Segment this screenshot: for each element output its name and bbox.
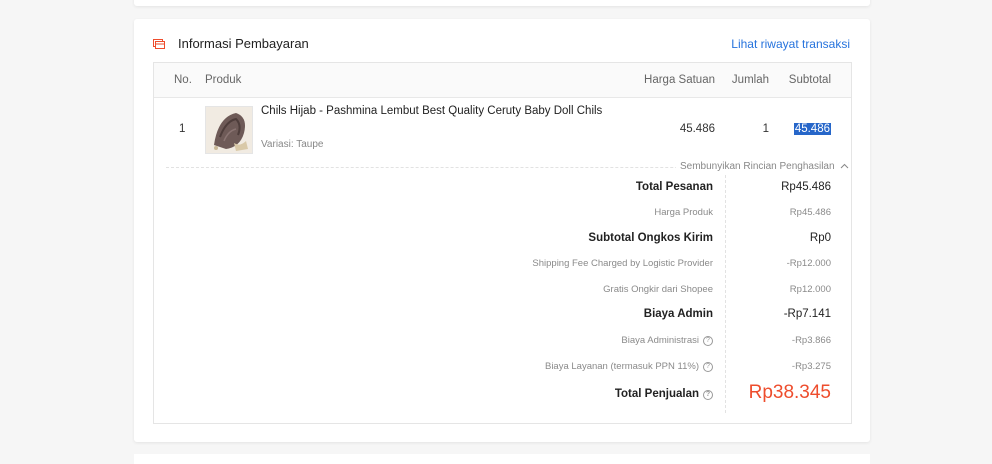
total-penjualan-value: Rp38.345: [748, 382, 831, 403]
help-icon[interactable]: ?: [703, 362, 713, 372]
product-name[interactable]: Chils Hijab - Pashmina Lembut Best Quali…: [261, 105, 602, 117]
help-icon[interactable]: ?: [703, 390, 713, 400]
col-product: Produk: [205, 74, 242, 86]
biaya-admin-label: Biaya Admin: [643, 308, 713, 320]
biaya-layanan-label: Biaya Layanan (termasuk PPN 11%): [544, 361, 699, 372]
hijab-image-icon: [206, 107, 252, 153]
col-quantity: Jumlah: [731, 74, 769, 86]
toggle-label: Sembunyikan Rincian Penghasilan: [680, 161, 835, 172]
biaya-layanan-value: -Rp3.275: [791, 361, 831, 372]
transaction-history-link[interactable]: Lihat riwayat transaksi: [731, 37, 850, 51]
biaya-admin-value: -Rp7.141: [783, 308, 831, 320]
gratis-ongkir-label: Gratis Ongkir dari Shopee: [603, 284, 713, 295]
product-variant: Variasi: Taupe: [261, 139, 324, 150]
shipping-fee-label: Shipping Fee Charged by Logistic Provide…: [532, 258, 713, 269]
biaya-administrasi-row: Biaya Administrasi?: [621, 335, 713, 346]
help-icon[interactable]: ?: [703, 336, 713, 346]
breakdown-divider: [725, 175, 726, 413]
total-pesanan-label: Total Pesanan: [635, 181, 713, 193]
biaya-layanan-row: Biaya Layanan (termasuk PPN 11%)?: [545, 361, 713, 372]
col-no: No.: [174, 74, 192, 86]
total-penjualan-row: Total Penjualan?: [615, 388, 713, 400]
previous-card: [134, 0, 870, 6]
biaya-administrasi-label: Biaya Administrasi: [621, 335, 699, 346]
unit-price: 45.486: [679, 123, 715, 135]
payment-info-card: Informasi Pembayaran Lihat riwayat trans…: [134, 19, 870, 442]
section-title: Informasi Pembayaran: [178, 36, 309, 51]
quantity: 1: [762, 123, 769, 135]
payment-card-icon: [153, 39, 165, 49]
next-card: [134, 454, 870, 464]
shipping-fee-value: -Rp12.000: [786, 258, 831, 269]
row-number: 1: [179, 123, 186, 135]
col-subtotal: Subtotal: [788, 74, 831, 86]
subtotal-ongkir-label: Subtotal Ongkos Kirim: [588, 232, 713, 244]
order-table: No. Produk Harga Satuan Jumlah Subtotal …: [153, 62, 852, 424]
subtotal-selected: 45.486: [793, 123, 831, 135]
col-unit-price: Harga Satuan: [644, 74, 715, 86]
biaya-administrasi-value: -Rp3.866: [791, 335, 831, 346]
harga-produk-value: Rp45.486: [789, 207, 831, 218]
subtotal-ongkir-value: Rp0: [809, 232, 831, 244]
total-penjualan-label: Total Penjualan: [614, 388, 699, 400]
total-pesanan-value: Rp45.486: [781, 181, 831, 193]
gratis-ongkir-value: Rp12.000: [789, 284, 831, 295]
harga-produk-label: Harga Produk: [654, 207, 713, 218]
chevron-up-icon: [840, 163, 849, 169]
hide-breakdown-toggle[interactable]: Sembunyikan Rincian Penghasilan: [676, 161, 850, 172]
product-thumbnail[interactable]: [205, 106, 253, 154]
table-header: No. Produk Harga Satuan Jumlah Subtotal: [154, 63, 851, 98]
